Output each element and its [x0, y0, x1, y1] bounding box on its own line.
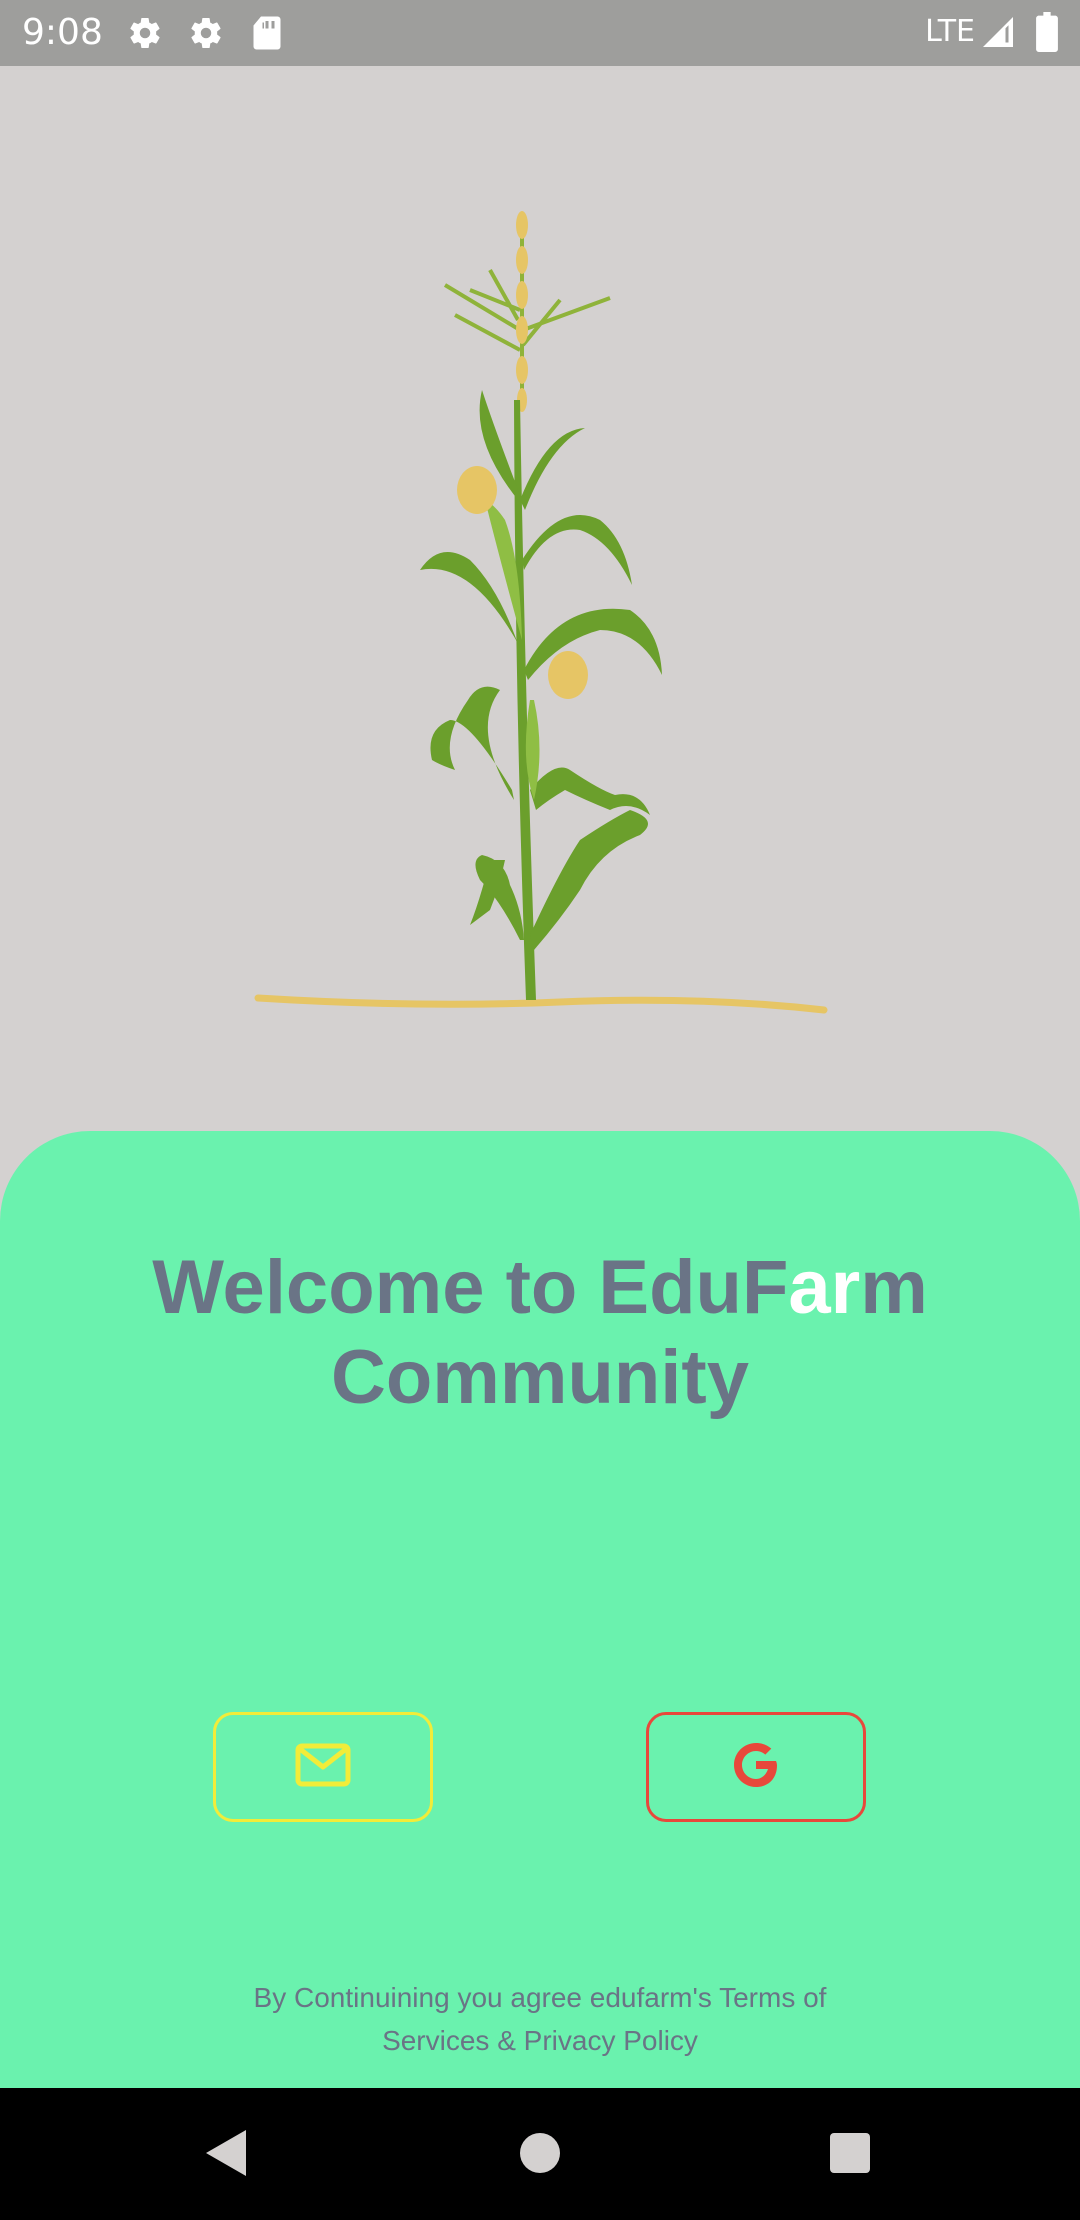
welcome-card: Welcome to EduFarm Community By Continui…	[0, 1131, 1080, 2088]
network-type: LTE	[925, 14, 975, 49]
welcome-title-highlight: ar	[788, 1245, 861, 1330]
welcome-title-part1: Welcome to EduF	[152, 1245, 789, 1330]
system-nav-bar	[0, 2088, 1080, 2220]
signal-icon	[980, 14, 1016, 55]
recents-square-icon[interactable]	[829, 2128, 871, 2183]
welcome-title: Welcome to EduFarm Community	[0, 1243, 1080, 1423]
battery-icon	[1036, 12, 1058, 57]
welcome-title-line1: Welcome to EduFarm	[0, 1243, 1080, 1333]
terms-line1: By Continuining you agree edufarm's Term…	[253, 1982, 827, 2013]
gear-icon	[127, 15, 163, 56]
email-login-button[interactable]	[213, 1712, 433, 1822]
sd-card-icon	[252, 15, 282, 56]
status-bar: 9:08 LTE	[0, 0, 1080, 66]
welcome-title-part2: m	[860, 1245, 928, 1330]
google-icon	[728, 1737, 784, 1798]
terms-line2[interactable]: Services & Privacy Policy	[0, 2019, 1080, 2062]
corn-plant-illustration	[0, 66, 1080, 1136]
gear-icon	[188, 15, 224, 56]
home-circle-icon[interactable]	[519, 2128, 561, 2183]
terms-text: By Continuining you agree edufarm's Term…	[0, 1976, 1080, 2062]
welcome-title-line2: Community	[331, 1335, 749, 1420]
back-triangle-icon[interactable]	[204, 2128, 248, 2183]
status-time: 9:08	[22, 12, 103, 53]
mail-icon	[295, 1743, 351, 1792]
google-login-button[interactable]	[646, 1712, 866, 1822]
